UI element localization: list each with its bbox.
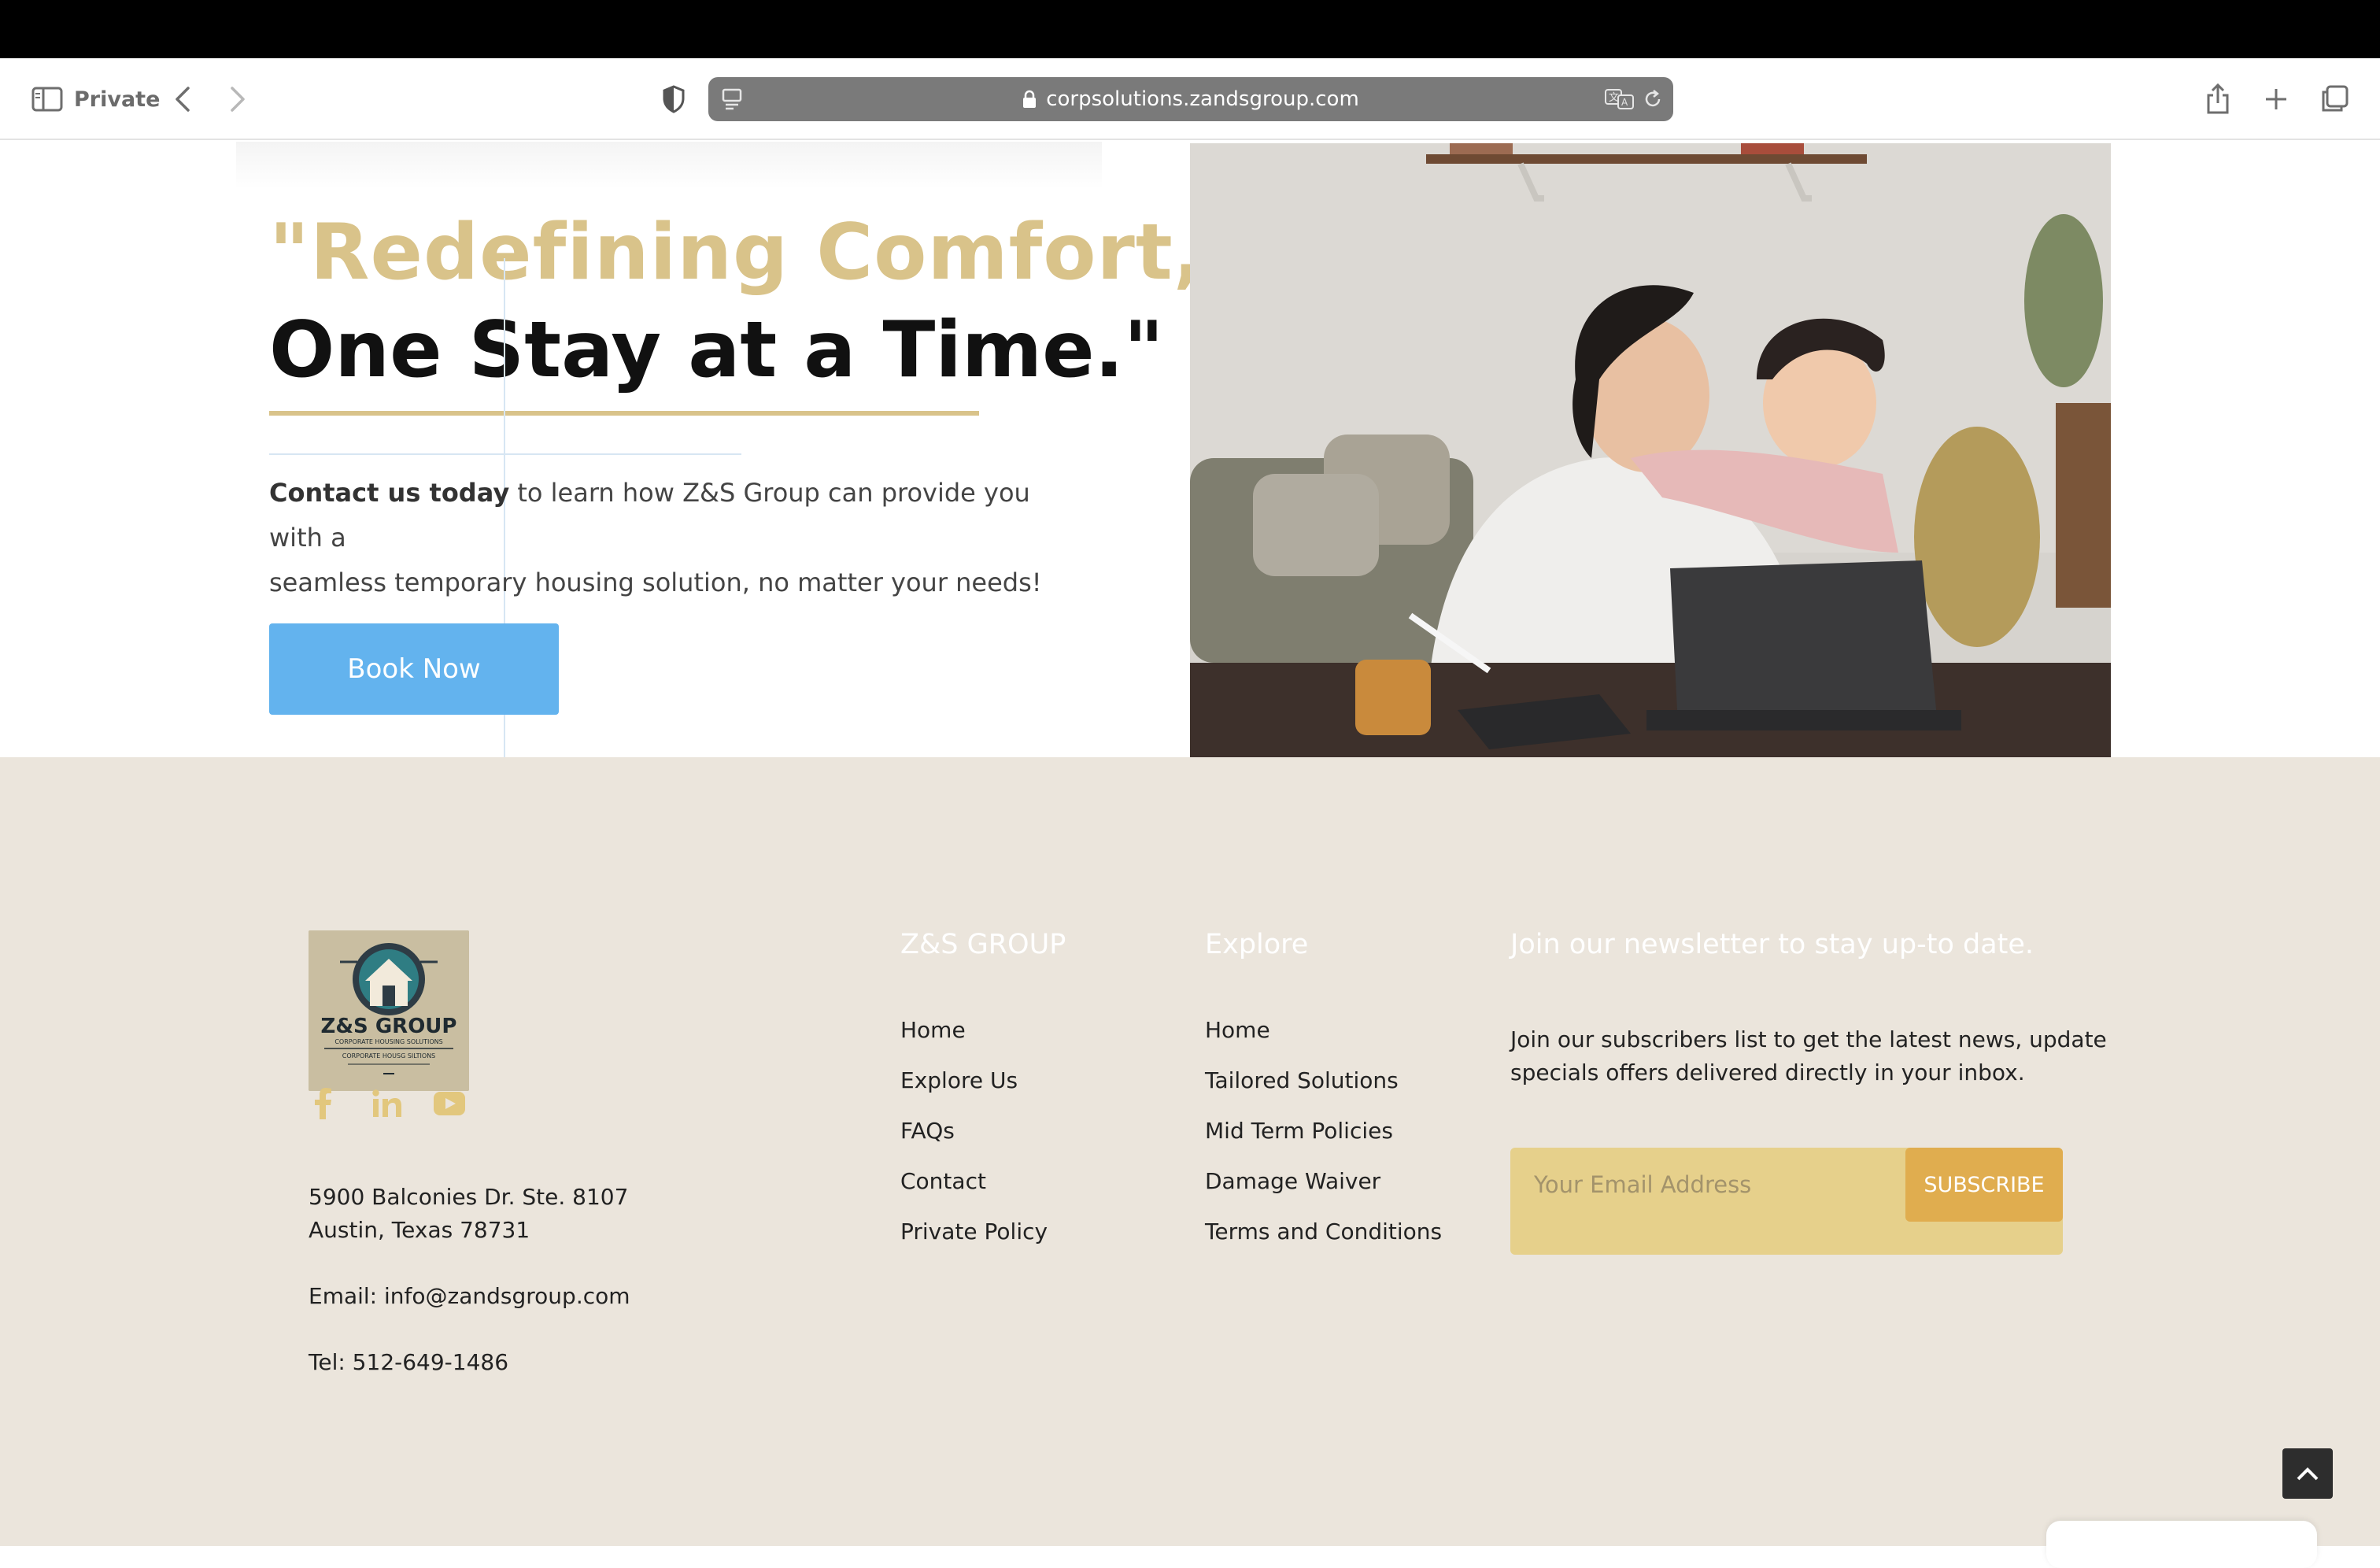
footer-link-mid-term-policies[interactable]: Mid Term Policies <box>1205 1118 1393 1144</box>
footer-link-explore-home[interactable]: Home <box>1205 1017 1270 1043</box>
contact-us-today[interactable]: Contact us today <box>269 478 509 508</box>
translate-icon[interactable]: 文A <box>1604 87 1635 112</box>
url-display[interactable]: corpsolutions.zandsgroup.com <box>708 77 1673 121</box>
svg-text:A: A <box>1621 97 1628 108</box>
hero-title-line1: "Redefining Comfort, <box>269 208 1203 298</box>
chat-widget[interactable] <box>2046 1521 2317 1568</box>
footer-link-terms[interactable]: Terms and Conditions <box>1205 1219 1442 1244</box>
newsletter-description: Join our subscribers list to get the lat… <box>1510 1026 2107 1085</box>
scroll-to-top-button[interactable] <box>2282 1448 2333 1499</box>
footer-heading-zs-group: Z&S GROUP <box>900 929 1066 960</box>
logo-sub1: CORPORATE HOUSING SOLUTIONS <box>334 1038 442 1045</box>
footer-link-explore-us[interactable]: Explore Us <box>900 1067 1018 1093</box>
menu-bar <box>0 0 2380 58</box>
address-bar[interactable]: corpsolutions.zandsgroup.com 文A <box>708 77 1673 121</box>
back-button[interactable] <box>167 82 198 116</box>
hero-paragraph: Contact us today to learn how Z&S Group … <box>269 471 1088 605</box>
company-logo[interactable]: Z&S GROUP CORPORATE HOUSING SOLUTIONS CO… <box>309 930 469 1091</box>
footer-link-damage-waiver[interactable]: Damage Waiver <box>1205 1168 1380 1194</box>
newsletter-heading: Join our newsletter to stay up-to date. <box>1510 929 2034 960</box>
chevron-up-icon <box>2297 1467 2319 1481</box>
logo-title: Z&S GROUP <box>321 1015 457 1038</box>
footer-link-faqs[interactable]: FAQs <box>900 1118 955 1144</box>
reload-icon[interactable] <box>1640 87 1665 112</box>
footer-link-home[interactable]: Home <box>900 1017 966 1043</box>
site-footer: Z&S GROUP CORPORATE HOUSING SOLUTIONS CO… <box>0 757 2380 1568</box>
forward-button[interactable] <box>222 82 253 116</box>
hero-title-line2: One Stay at a Time." <box>269 305 1164 395</box>
tab-overview-icon[interactable] <box>2317 82 2352 116</box>
footer-email[interactable]: Email: info@zandsgroup.com <box>309 1280 630 1313</box>
address-line1: 5900 Balconies Dr. Ste. 8107 <box>309 1184 629 1210</box>
hero-para-line2: seamless temporary housing solution, no … <box>269 568 1042 597</box>
lock-icon <box>1023 90 1037 108</box>
footer-link-private-policy[interactable]: Private Policy <box>900 1219 1048 1244</box>
newsletter-form: SUBSCRIBE <box>1510 1148 2063 1255</box>
share-icon[interactable] <box>2201 80 2235 118</box>
browser-toolbar: Private corpsolutions.zandsgroup.com 文A <box>0 58 2380 140</box>
address-line2: Austin, Texas 78731 <box>309 1217 530 1243</box>
footer-link-contact[interactable]: Contact <box>900 1168 986 1194</box>
hero-section: "Redefining Comfort, One Stay at a Time.… <box>0 142 2380 757</box>
url-text: corpsolutions.zandsgroup.com <box>1046 87 1359 111</box>
guide-line-horizontal <box>269 453 741 455</box>
hero-fade <box>236 142 1102 189</box>
footer-link-tailored-solutions[interactable]: Tailored Solutions <box>1205 1067 1399 1093</box>
hero-photo <box>1190 143 2111 757</box>
footer-heading-explore: Explore <box>1205 929 1309 960</box>
footer-phone[interactable]: Tel: 512-649-1486 <box>309 1346 508 1379</box>
facebook-icon[interactable] <box>312 1086 335 1121</box>
linkedin-icon[interactable] <box>370 1086 405 1121</box>
book-now-button[interactable]: Book Now <box>269 623 559 715</box>
newsletter-email-input[interactable] <box>1510 1148 1904 1222</box>
logo-sub2: CORPORATE HOUSG SILTIONS <box>342 1052 436 1060</box>
title-underline <box>269 411 979 416</box>
subscribe-button[interactable]: SUBSCRIBE <box>1905 1148 2063 1222</box>
youtube-icon[interactable] <box>431 1086 468 1121</box>
private-label: Private <box>74 87 161 112</box>
privacy-shield-icon[interactable] <box>656 82 691 116</box>
sidebar-toggle-icon[interactable] <box>30 83 65 115</box>
new-tab-icon[interactable] <box>2259 82 2293 116</box>
